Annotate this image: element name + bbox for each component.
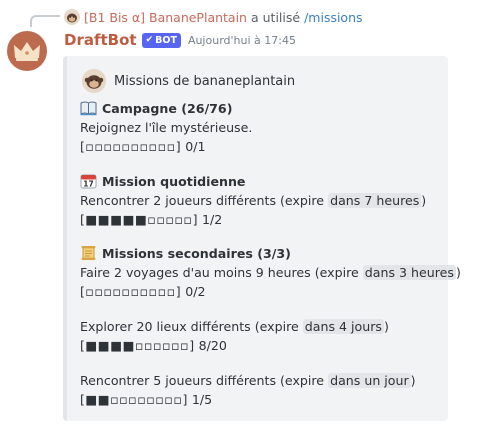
open-book-icon <box>80 101 97 116</box>
reply-username[interactable]: [B1 Bis α] BananePlantain <box>84 10 247 25</box>
mission-3-progress-value: 1/5 <box>191 392 213 407</box>
mission-3-expiry: dans un jour <box>328 373 411 388</box>
reply-reference[interactable]: [B1 Bis α] BananePlantain a utilisé /mis… <box>64 8 363 26</box>
secondary-mission-3-description: Rencontrer 5 joueurs différents (expire … <box>80 372 416 389</box>
monkey-avatar-icon[interactable] <box>64 9 80 25</box>
secondary-mission-2-description: Explorer 20 lieux différents (expire dan… <box>80 318 389 335</box>
mission-2-close: ) <box>383 319 389 334</box>
reply-command[interactable]: /missions <box>304 10 362 25</box>
svg-text:17: 17 <box>83 180 93 189</box>
check-icon: ✔ <box>145 35 154 45</box>
mission-1-description: Faire 2 voyages d'au moins 9 heures (exp… <box>80 265 359 280</box>
secondary-mission-1-progress: [▫▫▫▫▫▫▫▫▫▫] 0/2 <box>80 283 205 300</box>
mission-1-progress-value: 0/2 <box>185 284 206 299</box>
crown-icon <box>14 42 40 61</box>
secondary-title: Missions secondaires (3/3) <box>102 246 291 261</box>
daily-progress: [■■■■■▫▫▫▫▫] 1/2 <box>80 211 222 228</box>
reply-connector-line <box>30 15 60 27</box>
secondary-mission-3-progress: [■■▫▫▫▫▫▫▫▫] 1/5 <box>80 391 212 408</box>
scroll-icon <box>81 246 96 260</box>
embed-author: Missions de bananeplantain <box>82 69 295 93</box>
message-header: DraftBot ✔ BOT Aujourd'hui à 17:45 <box>64 30 296 50</box>
secondary-mission-1-description: Faire 2 voyages d'au moins 9 heures (exp… <box>80 264 461 281</box>
missions-embed: Missions de bananeplantain Campagne (26/… <box>63 56 461 421</box>
secondary-mission-2-progress: [■■■■▫▫▫▫▫▫] 8/20 <box>80 337 227 354</box>
mission-2-expiry: dans 4 jours <box>302 319 384 334</box>
daily-progress-bar: [■■■■■▫▫▫▫▫] <box>80 212 198 227</box>
bot-username[interactable]: DraftBot <box>64 31 137 49</box>
daily-expiry: dans 7 heures <box>328 193 422 208</box>
mission-3-close: ) <box>410 373 416 388</box>
mission-1-close: ) <box>455 265 461 280</box>
mission-3-progress-bar: [■■▫▫▫▫▫▫▫▫] <box>80 392 188 407</box>
monkey-avatar-icon <box>82 69 106 93</box>
calendar-icon: 17 <box>80 174 97 189</box>
mission-1-expiry: dans 3 heures <box>362 265 456 280</box>
campaign-progress-value: 0/1 <box>185 139 206 154</box>
bot-tag-label: BOT <box>155 34 177 46</box>
daily-description: Rencontrer 2 joueurs différents (expire <box>80 193 325 208</box>
secondary-heading: Missions secondaires (3/3) <box>80 245 291 262</box>
bot-tag: ✔ BOT <box>141 32 181 48</box>
bot-avatar[interactable] <box>7 31 47 71</box>
daily-close: ) <box>421 193 427 208</box>
mission-2-description: Explorer 20 lieux différents (expire <box>80 319 299 334</box>
campaign-progress: [▫▫▫▫▫▫▫▫▫▫] 0/1 <box>80 138 205 155</box>
mission-2-progress-bar: [■■■■▫▫▫▫▫▫] <box>80 338 195 353</box>
campaign-title: Campagne (26/76) <box>102 101 233 116</box>
reply-used-text: a utilisé <box>250 9 301 25</box>
message-timestamp[interactable]: Aujourd'hui à 17:45 <box>188 34 296 47</box>
campaign-description: Rejoignez l'île mystérieuse. <box>80 120 253 135</box>
campaign-progress-bar: [▫▫▫▫▫▫▫▫▫▫] <box>80 139 182 154</box>
mission-2-progress-value: 8/20 <box>198 338 227 353</box>
campaign-heading: Campagne (26/76) <box>80 100 232 117</box>
daily-description-line: Rencontrer 2 joueurs différents (expire … <box>80 192 426 209</box>
daily-progress-value: 1/2 <box>202 212 223 227</box>
mission-1-progress-bar: [▫▫▫▫▫▫▫▫▫▫] <box>80 284 182 299</box>
embed-title: Missions de bananeplantain <box>114 73 296 89</box>
mission-3-description: Rencontrer 5 joueurs différents (expire <box>80 373 325 388</box>
daily-heading: 17 Mission quotidienne <box>80 173 245 190</box>
daily-title: Mission quotidienne <box>102 174 246 189</box>
